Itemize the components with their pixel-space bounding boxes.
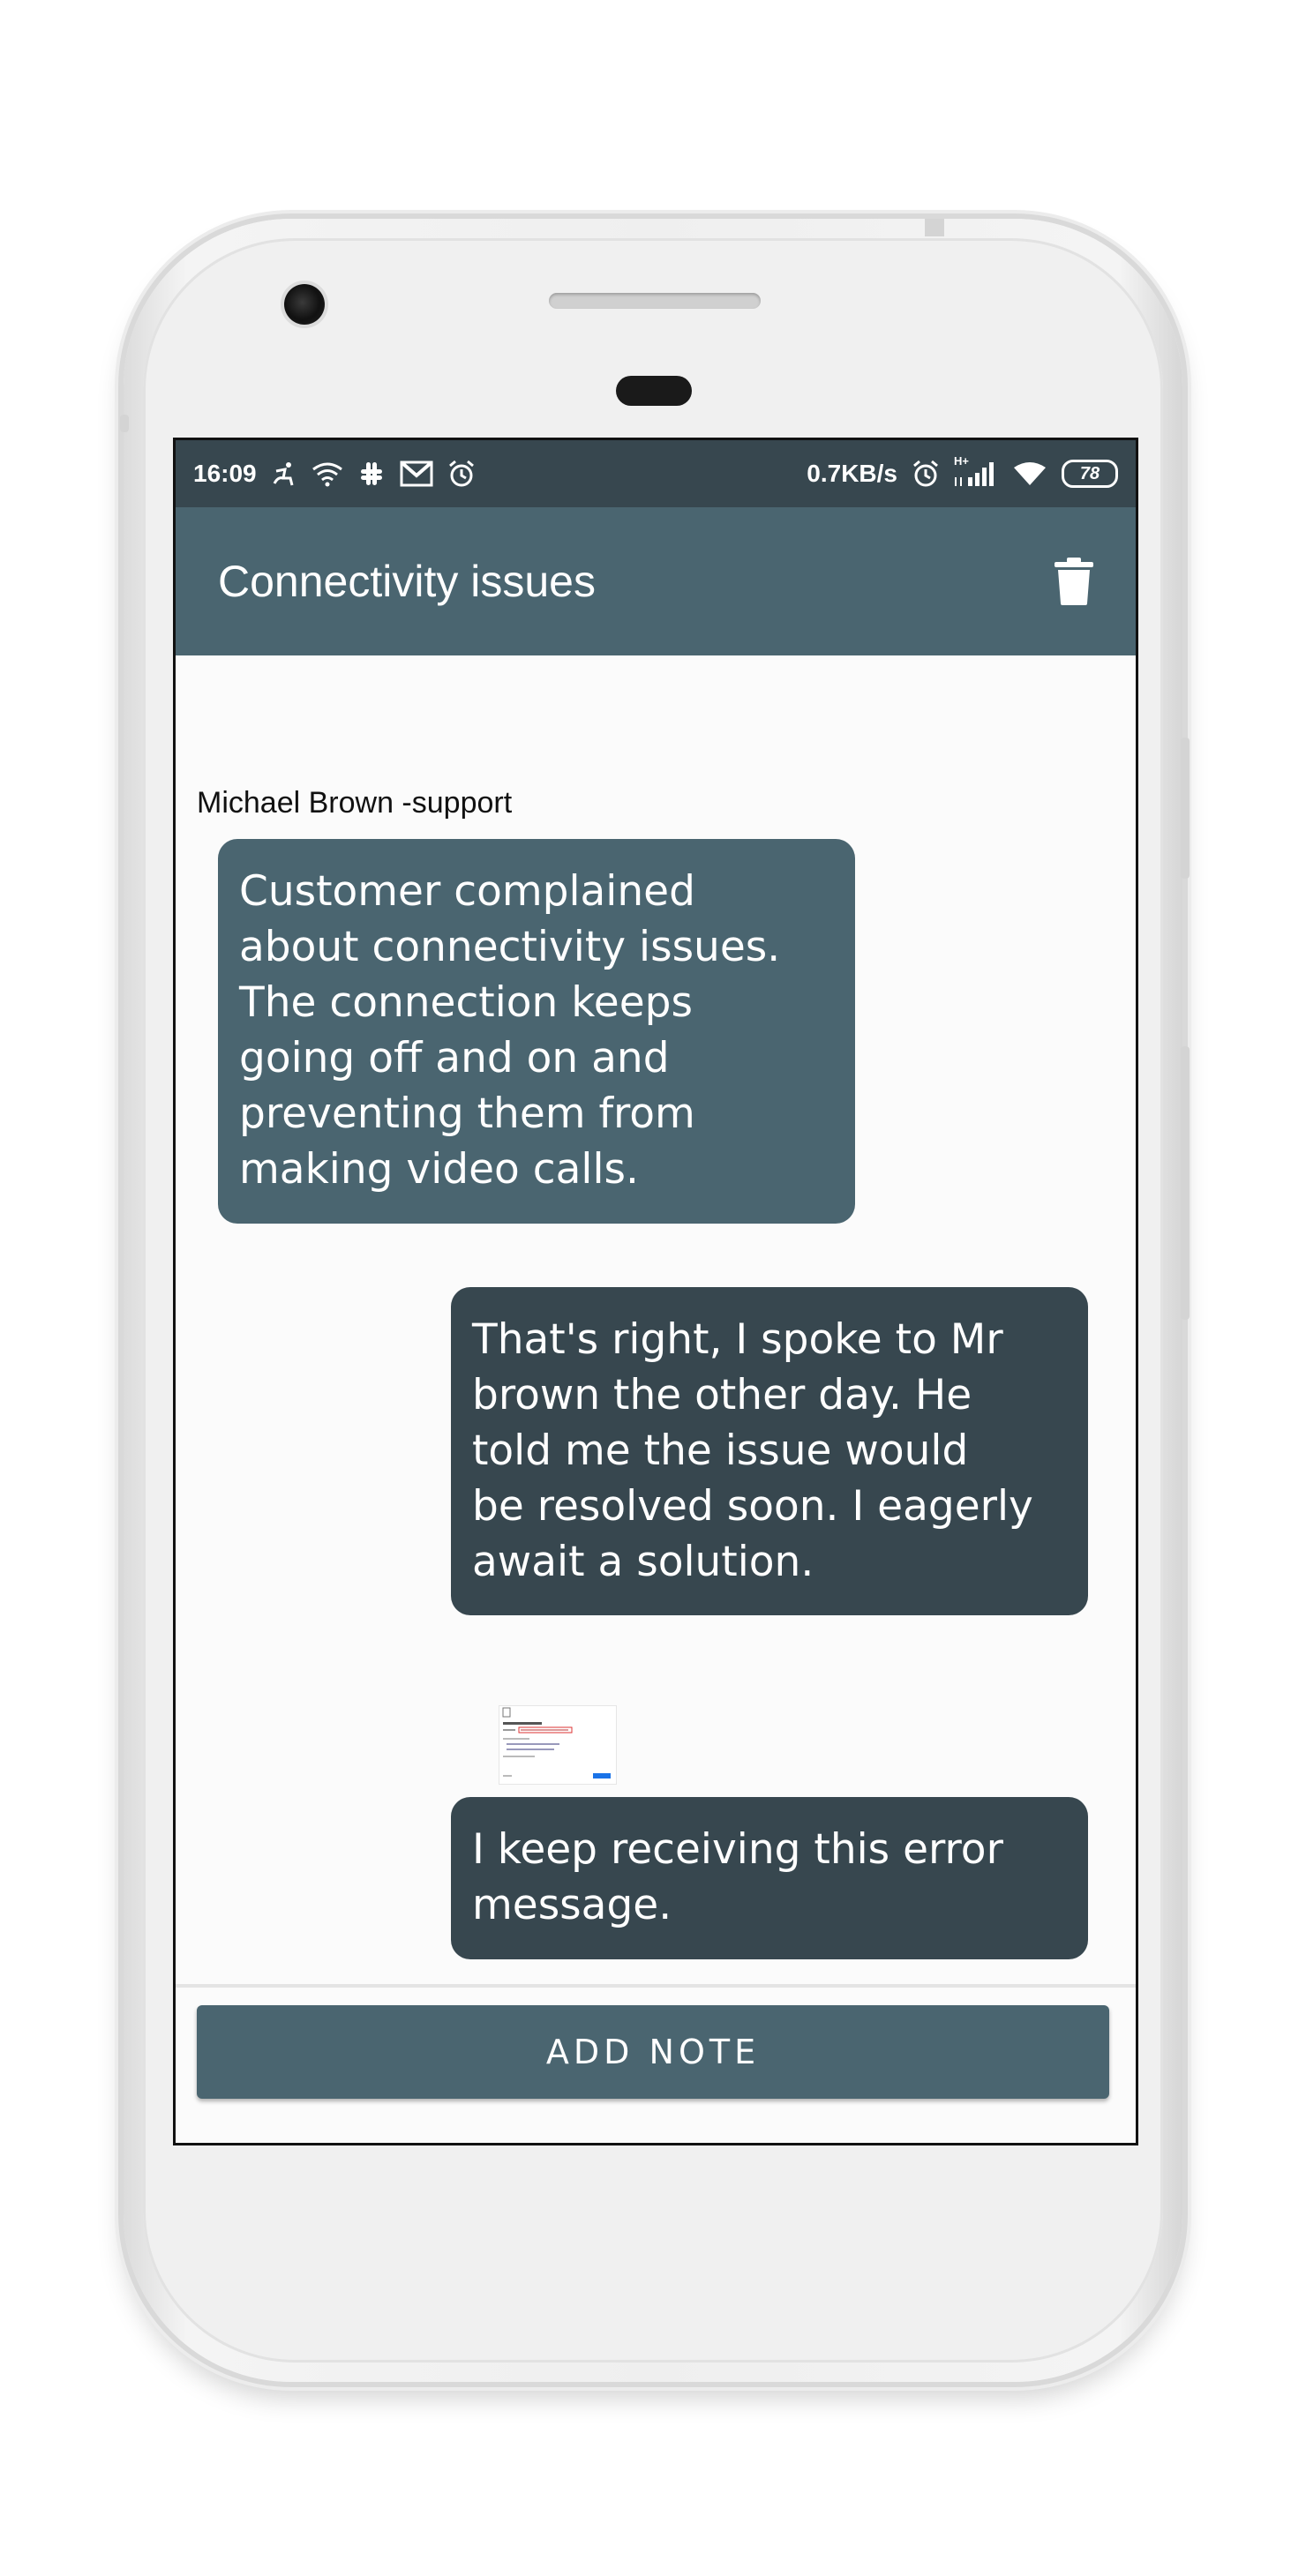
phone-top-button	[925, 219, 944, 236]
page-title: Connectivity issues	[218, 557, 596, 606]
status-time: 16:09	[193, 460, 257, 487]
wifi-icon	[311, 458, 343, 490]
front-camera	[284, 284, 325, 325]
delete-button[interactable]	[1047, 553, 1100, 610]
wifi-icon	[1012, 458, 1047, 490]
battery-icon: 78	[1062, 460, 1118, 488]
alarm-icon	[447, 458, 476, 490]
status-left: 16:09	[193, 458, 476, 490]
message-bubble-outgoing[interactable]: I keep receiving this error message.	[451, 1797, 1088, 1959]
network-type: H+	[954, 454, 969, 468]
attachment-thumbnail[interactable]	[499, 1705, 617, 1785]
app-bar: Connectivity issues	[176, 507, 1136, 655]
phone-left-notch	[120, 415, 129, 432]
phone-side-button	[1181, 738, 1190, 879]
network-speed: 0.7KB/s	[807, 460, 897, 487]
slack-icon	[357, 458, 386, 490]
footer: ADD NOTE	[176, 1984, 1136, 2143]
signal-icon: H+	[954, 454, 998, 490]
message-list[interactable]: Michael Brown -support Customer complain…	[176, 655, 1136, 1989]
add-note-button[interactable]: ADD NOTE	[197, 2005, 1109, 2099]
message-bubble-incoming[interactable]: Customer complained about connectivity i…	[218, 839, 855, 1224]
gmail-icon	[400, 458, 433, 490]
phone-volume-button	[1181, 1046, 1190, 1320]
message-sender: Michael Brown -support	[197, 786, 513, 820]
status-bar: 16:09 0.7KB/s H+ 78	[176, 440, 1136, 507]
message-bubble-outgoing[interactable]: That's right, I spoke to Mr brown the ot…	[451, 1287, 1088, 1615]
proximity-sensor	[616, 376, 692, 406]
battery-level: 78	[1079, 463, 1100, 483]
app-screen: 16:09 0.7KB/s H+ 78 Connectivity issues …	[173, 438, 1138, 2145]
trash-icon	[1055, 558, 1093, 605]
earpiece-speaker	[549, 293, 761, 309]
accessibility-icon	[271, 458, 297, 490]
alarm-icon	[912, 458, 940, 490]
status-right: 0.7KB/s H+ 78	[807, 454, 1118, 490]
